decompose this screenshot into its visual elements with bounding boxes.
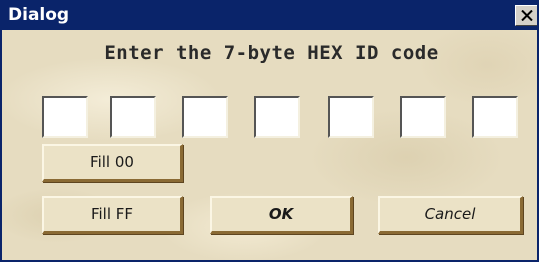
prompt-label: Enter the 7-byte HEX ID code: [104, 42, 439, 64]
title-bar[interactable]: Dialog: [2, 0, 537, 30]
hex-byte-1-input[interactable]: [42, 96, 88, 138]
cancel-button[interactable]: Cancel: [378, 196, 523, 234]
hex-byte-3-input[interactable]: [182, 96, 228, 138]
close-icon: [521, 10, 533, 21]
close-button[interactable]: [515, 5, 537, 26]
hex-byte-4-input[interactable]: [254, 96, 300, 138]
hex-byte-5-input[interactable]: [328, 96, 374, 138]
hex-byte-2-input[interactable]: [110, 96, 156, 138]
ok-button[interactable]: OK: [210, 196, 353, 234]
fill-00-button[interactable]: Fill 00: [42, 144, 183, 182]
dialog-window: Dialog Enter the 7-byte HEX ID code Fill…: [0, 0, 539, 262]
window-title: Dialog: [8, 5, 70, 25]
fill-ff-button[interactable]: Fill FF: [42, 196, 183, 234]
hex-byte-6-input[interactable]: [400, 96, 446, 138]
dialog-body: Enter the 7-byte HEX ID code Fill 00 Fil…: [2, 30, 537, 260]
hex-byte-7-input[interactable]: [472, 96, 518, 138]
